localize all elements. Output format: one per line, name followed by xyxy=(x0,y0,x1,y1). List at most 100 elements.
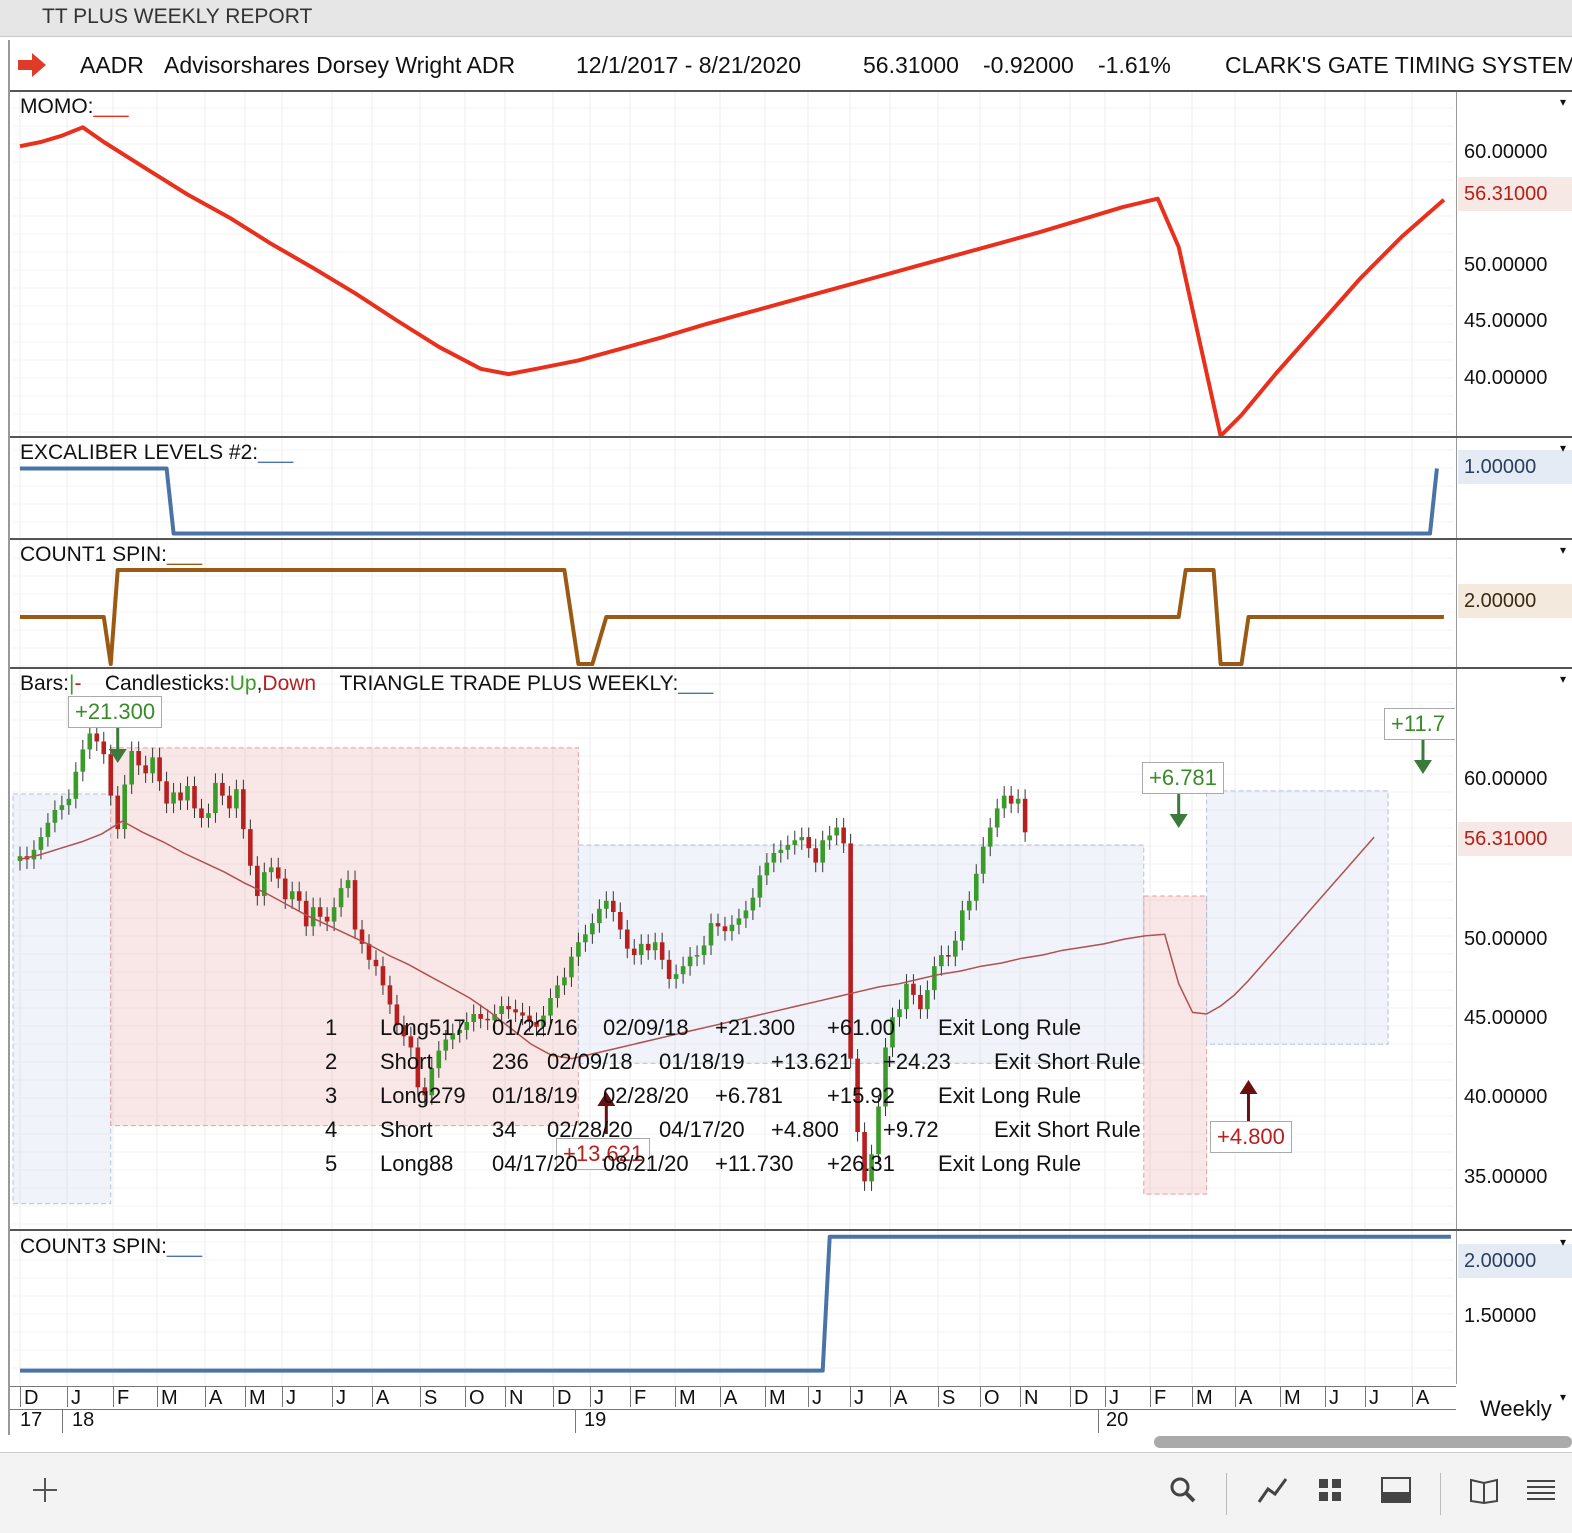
month-tick-label: J xyxy=(286,1387,296,1409)
candle xyxy=(569,956,574,978)
month-separator xyxy=(332,1387,333,1407)
chevron-down-icon[interactable]: ▾ xyxy=(1560,1390,1566,1404)
trade-pct: +24.23 xyxy=(883,1049,951,1074)
chart-line-icon[interactable] xyxy=(1256,1475,1290,1505)
count1-panel-label: COUNT1 SPIN:___ xyxy=(20,543,203,566)
candle xyxy=(59,805,65,810)
candle xyxy=(778,849,784,854)
candle xyxy=(513,1009,518,1013)
chevron-down-icon[interactable]: ▾ xyxy=(1560,95,1566,109)
candle xyxy=(101,741,107,755)
layout-icon[interactable] xyxy=(1380,1475,1412,1505)
panel-divider[interactable] xyxy=(10,667,1572,669)
trade-side: Long517 xyxy=(380,1015,466,1040)
chevron-down-icon[interactable]: ▾ xyxy=(1560,672,1566,686)
month-tick-label: M xyxy=(769,1387,786,1409)
year-tick-label: 19 xyxy=(584,1409,607,1431)
candle xyxy=(275,867,281,879)
month-tick-label: M xyxy=(249,1387,266,1409)
candle xyxy=(66,798,72,806)
trade-zone-box xyxy=(12,793,112,1205)
main-tick: 45.00000 xyxy=(1464,1007,1548,1029)
time-axis[interactable]: D J F M A M J J A S O N D J F M A M J J A S O N D J F M A M J J A 17 18 19 2… xyxy=(10,1386,1456,1435)
candle xyxy=(548,998,553,1016)
month-separator xyxy=(980,1387,981,1407)
month-separator xyxy=(630,1387,631,1407)
candle xyxy=(953,940,958,957)
panel-divider[interactable] xyxy=(10,538,1572,540)
trade-points: +11.730 xyxy=(715,1151,794,1176)
month-tick-label: J xyxy=(594,1387,604,1409)
candle xyxy=(234,789,239,809)
month-separator xyxy=(553,1387,554,1407)
trade-profit-label: +21.300 xyxy=(68,696,163,728)
candle xyxy=(820,840,825,863)
count3-tick: 1.50000 xyxy=(1464,1305,1537,1327)
candle xyxy=(715,923,721,927)
candle xyxy=(729,924,735,932)
month-tick-label: J xyxy=(336,1387,346,1409)
add-icon[interactable] xyxy=(30,1475,60,1505)
count1-line xyxy=(20,568,1444,666)
candle xyxy=(248,829,253,866)
trade-exit: 02/09/18 xyxy=(603,1015,689,1040)
candle xyxy=(624,929,630,949)
search-icon[interactable] xyxy=(1168,1475,1198,1505)
excalibur-last-badge: 1.00000 xyxy=(1458,450,1572,484)
chevron-down-icon[interactable]: ▾ xyxy=(1560,543,1566,557)
chevron-down-icon[interactable]: ▾ xyxy=(1560,1235,1566,1249)
candle xyxy=(583,934,588,943)
main-panel-label: Bars:|- Candlesticks:Up,Down TRIANGLE TR… xyxy=(20,672,714,695)
candle xyxy=(994,808,1000,828)
grid-icon[interactable] xyxy=(1316,1475,1346,1505)
interval-selector[interactable]: Weekly xyxy=(1480,1396,1552,1422)
candle xyxy=(485,1018,490,1021)
candle xyxy=(841,827,846,844)
excalibur-panel-label: EXCALIBER LEVELS #2:___ xyxy=(20,441,294,464)
panel-divider[interactable] xyxy=(10,1229,1572,1231)
horizontal-scrollbar[interactable] xyxy=(1154,1436,1572,1448)
trade-exit: 02/28/20 xyxy=(603,1083,689,1108)
month-tick-label: A xyxy=(209,1387,223,1409)
trade-rule: Exit Long Rule xyxy=(938,1015,1082,1040)
candle xyxy=(199,808,204,818)
month-tick-label: J xyxy=(71,1387,81,1409)
trade-points: +21.300 xyxy=(715,1015,796,1040)
month-tick-label: M xyxy=(679,1387,696,1409)
candle xyxy=(499,1006,504,1015)
month-separator xyxy=(205,1387,206,1407)
month-separator xyxy=(1235,1387,1236,1407)
candle xyxy=(631,948,637,956)
candle xyxy=(157,757,162,782)
candle xyxy=(687,956,693,967)
toolbar-divider xyxy=(1226,1473,1227,1515)
chevron-down-icon[interactable]: ▾ xyxy=(1560,441,1566,455)
trade-side: Long88 xyxy=(380,1151,454,1176)
momo-tick: 50.00000 xyxy=(1464,254,1548,276)
panel-divider[interactable] xyxy=(10,436,1572,438)
candle xyxy=(694,955,700,957)
month-tick-label: S xyxy=(942,1387,956,1409)
momo-tick: 40.00000 xyxy=(1464,367,1548,389)
candle xyxy=(611,900,616,912)
candle xyxy=(443,1039,449,1051)
book-icon[interactable] xyxy=(1468,1475,1502,1505)
count3-last-badge: 2.00000 xyxy=(1458,1244,1572,1278)
candle xyxy=(213,782,218,814)
trade-rule: Exit Short Rule xyxy=(994,1117,1141,1142)
candle xyxy=(178,792,183,801)
month-separator xyxy=(590,1387,591,1407)
count1-label-text: COUNT1 SPIN: xyxy=(20,543,168,566)
trade-rule: Exit Short Rule xyxy=(994,1049,1141,1074)
month-separator xyxy=(372,1387,373,1407)
price-scale[interactable] xyxy=(1456,92,1572,1384)
trade-profit-label: +4.800 xyxy=(1210,1121,1292,1153)
menu-icon[interactable] xyxy=(1524,1475,1558,1505)
trade-no: 2 xyxy=(325,1049,338,1074)
month-separator xyxy=(20,1387,21,1407)
toolbar-divider xyxy=(1440,1473,1441,1515)
candle xyxy=(904,983,909,1010)
candle xyxy=(317,907,323,917)
momo-tick: 60.00000 xyxy=(1464,141,1548,163)
month-tick-label: A xyxy=(724,1387,738,1409)
